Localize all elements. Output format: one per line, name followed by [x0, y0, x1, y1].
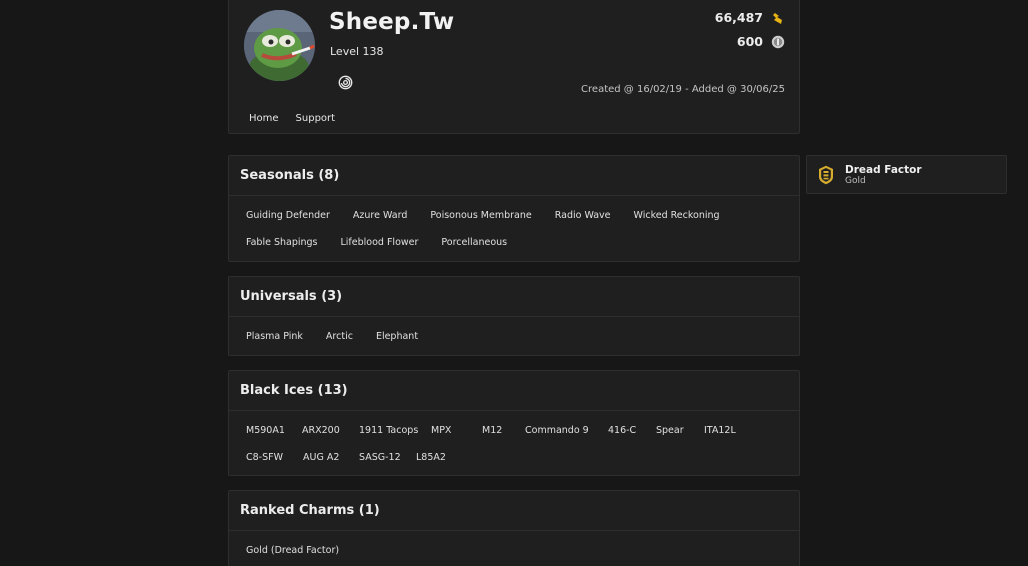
avatar [244, 10, 315, 81]
list-item[interactable]: Guiding Defender [246, 202, 330, 229]
username: Sheep.Tw [329, 9, 455, 35]
rank-season-name: Dread Factor [845, 164, 922, 176]
list-item[interactable]: SASG-12 [359, 444, 416, 471]
list-item[interactable]: 1911 Tacops [359, 417, 431, 444]
item-list: Plasma Pink Arctic Elephant [229, 317, 799, 350]
list-item[interactable]: Arctic [326, 323, 353, 350]
list-item[interactable]: C8-SFW [246, 444, 303, 471]
rank-tier: Gold [845, 176, 866, 186]
list-item[interactable]: Fable Shapings [246, 229, 318, 256]
nav-support[interactable]: Support [296, 113, 336, 124]
list-item[interactable]: Lifeblood Flower [341, 229, 419, 256]
list-item[interactable]: AUG A2 [303, 444, 359, 471]
ubisoft-icon[interactable] [338, 75, 353, 90]
item-list: Guiding Defender Azure Ward Poisonous Me… [229, 196, 799, 256]
profile-header: Sheep.Tw Level 138 66,487 600 Created @ … [228, 0, 800, 134]
section-title: Universals (3) [229, 277, 799, 317]
list-item[interactable]: ITA12L [704, 417, 764, 444]
list-item[interactable]: MPX [431, 417, 482, 444]
profile-nav: Home Support [249, 113, 335, 124]
list-item[interactable]: Radio Wave [555, 202, 611, 229]
item-list: M590A1 ARX200 1911 Tacops MPX M12 Comman… [229, 411, 799, 471]
seasonals-section: Seasonals (8) Guiding Defender Azure War… [228, 155, 800, 262]
ranked-charms-section: Ranked Charms (1) Gold (Dread Factor) [228, 490, 800, 566]
section-title: Black Ices (13) [229, 371, 799, 411]
list-item[interactable]: M12 [482, 417, 525, 444]
item-list: Gold (Dread Factor) [229, 531, 799, 564]
list-item[interactable]: Azure Ward [353, 202, 407, 229]
gold-rank-icon [819, 165, 833, 185]
list-item[interactable]: ARX200 [302, 417, 359, 444]
renown-coin-icon [771, 35, 785, 48]
list-item[interactable]: Commando 9 [525, 417, 608, 444]
player-level: Level 138 [330, 45, 384, 58]
nav-home[interactable]: Home [249, 113, 279, 124]
list-item[interactable]: Poisonous Membrane [430, 202, 531, 229]
list-item[interactable]: Porcellaneous [441, 229, 507, 256]
renown-value: 600 [736, 34, 763, 49]
credits-value: 66,487 [714, 10, 763, 25]
list-item[interactable]: Wicked Reckoning [634, 202, 720, 229]
list-item[interactable]: 416-C [608, 417, 656, 444]
section-title: Ranked Charms (1) [229, 491, 799, 531]
list-item[interactable]: Plasma Pink [246, 323, 303, 350]
universals-section: Universals (3) Plasma Pink Arctic Elepha… [228, 276, 800, 356]
list-item[interactable]: M590A1 [246, 417, 302, 444]
r6-credits-icon [773, 12, 782, 24]
list-item[interactable]: Gold (Dread Factor) [246, 537, 339, 564]
section-title: Seasonals (8) [229, 156, 799, 196]
rank-card[interactable]: Dread Factor Gold [806, 155, 1007, 194]
list-item[interactable]: Spear [656, 417, 704, 444]
credits-stat: 66,487 [715, 10, 785, 25]
renown-stat: 600 [737, 34, 785, 49]
list-item[interactable]: L85A2 [416, 444, 476, 471]
account-dates: Created @ 16/02/19 - Added @ 30/06/25 [581, 84, 785, 95]
black-ices-section: Black Ices (13) M590A1 ARX200 1911 Tacop… [228, 370, 800, 476]
list-item[interactable]: Elephant [376, 323, 418, 350]
